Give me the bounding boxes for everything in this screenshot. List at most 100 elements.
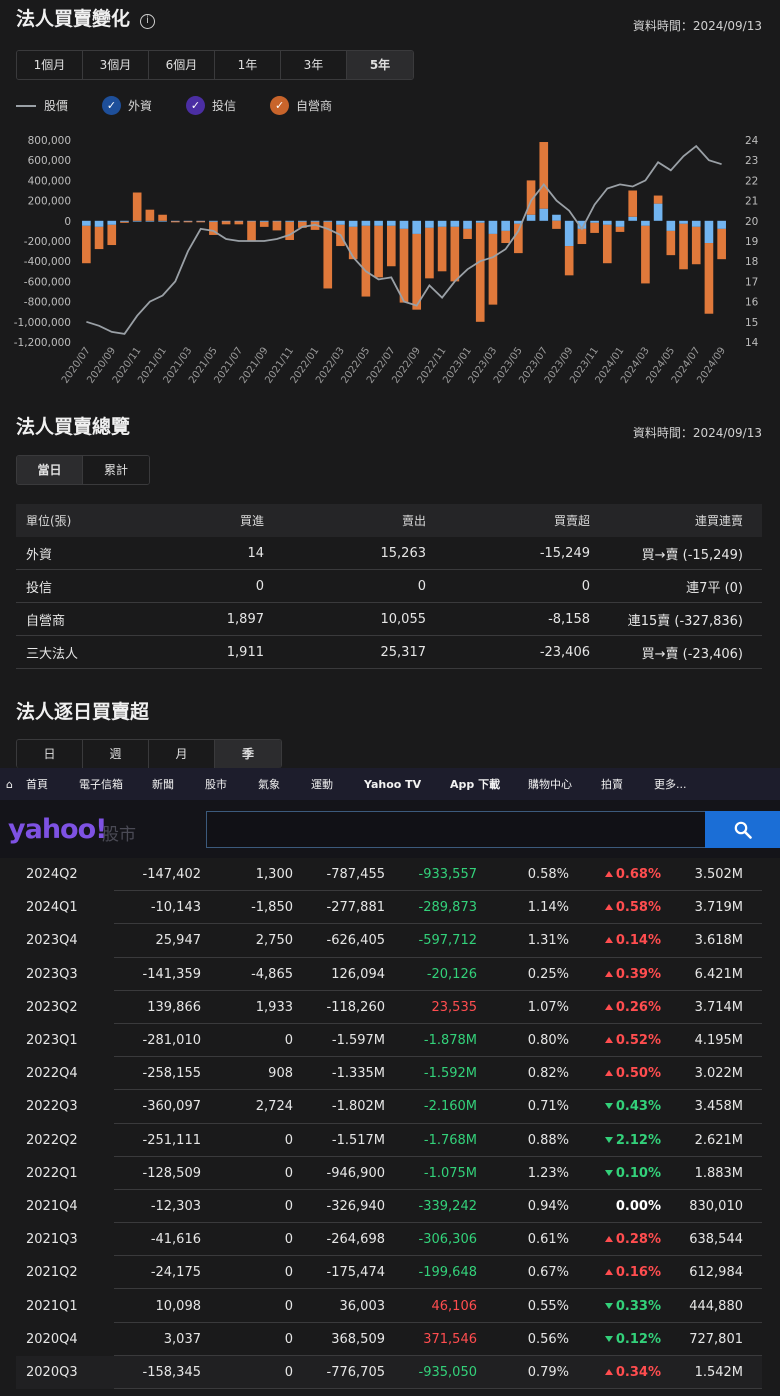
dealer-bar[interactable]	[475, 222, 485, 322]
foreign-bar[interactable]	[145, 220, 155, 222]
dealer-bar[interactable]	[691, 226, 701, 265]
dealer-bar[interactable]	[425, 227, 434, 279]
legend-price[interactable]: 股價	[16, 97, 68, 114]
tab-day[interactable]: 日	[17, 740, 83, 768]
dealer-bar[interactable]	[399, 228, 409, 303]
nav-stock[interactable]: 股市	[205, 776, 258, 792]
dealer-bar[interactable]	[717, 228, 726, 260]
dealer-bar[interactable]	[501, 230, 510, 244]
period-6m-button[interactable]: 6個月	[149, 51, 215, 79]
foreign-bar[interactable]	[285, 220, 294, 222]
dealer-bar[interactable]	[196, 221, 206, 223]
dealer-bar[interactable]	[488, 233, 498, 305]
dealer-bar[interactable]	[704, 243, 714, 314]
nav-more[interactable]: 更多...	[654, 776, 714, 792]
nav-sports[interactable]: 運動	[311, 776, 364, 792]
foreign-bar[interactable]	[323, 220, 333, 222]
foreign-bar[interactable]	[82, 220, 91, 226]
foreign-bar[interactable]	[399, 220, 409, 229]
dealer-bar[interactable]	[602, 224, 612, 264]
nav-shopping[interactable]: 購物中心	[528, 776, 601, 792]
foreign-bar[interactable]	[704, 220, 714, 244]
foreign-bar[interactable]	[666, 220, 676, 231]
foreign-bar[interactable]	[158, 220, 167, 222]
foreign-bar[interactable]	[628, 216, 638, 221]
info-icon[interactable]: i	[140, 14, 156, 29]
legend-foreign[interactable]: ✓ 外資	[102, 96, 152, 115]
dealer-bar[interactable]	[132, 192, 142, 221]
foreign-bar[interactable]	[590, 220, 599, 223]
legend-trust[interactable]: ✓ 投信	[186, 96, 236, 115]
yahoo-logo[interactable]: yahoo!	[8, 814, 107, 845]
foreign-bar[interactable]	[475, 220, 485, 223]
foreign-bar[interactable]	[564, 220, 574, 247]
foreign-bar[interactable]	[412, 220, 422, 234]
tab-quarter[interactable]: 季	[215, 740, 281, 768]
dealer-bar[interactable]	[679, 223, 688, 270]
foreign-bar[interactable]	[463, 220, 472, 229]
foreign-bar[interactable]	[298, 220, 307, 222]
dealer-bar[interactable]	[145, 209, 155, 221]
search-button[interactable]	[705, 811, 780, 848]
period-3y-button[interactable]: 3年	[281, 51, 347, 79]
nav-weather[interactable]: 氣象	[258, 776, 311, 792]
dealer-bar[interactable]	[590, 222, 599, 233]
dealer-bar[interactable]	[94, 226, 104, 250]
tab-cumulative[interactable]: 累計	[83, 456, 149, 484]
dealer-bar[interactable]	[120, 221, 129, 223]
dealer-bar[interactable]	[564, 246, 574, 276]
dealer-bar[interactable]	[107, 224, 117, 246]
dealer-bar[interactable]	[259, 221, 269, 227]
foreign-bar[interactable]	[336, 220, 345, 225]
dealer-bar[interactable]	[577, 228, 587, 245]
dealer-bar[interactable]	[514, 223, 523, 254]
foreign-bar[interactable]	[94, 220, 104, 227]
home-icon[interactable]: ⌂	[6, 778, 22, 791]
foreign-bar[interactable]	[653, 203, 663, 221]
nav-yahoo-tv[interactable]: Yahoo TV	[364, 778, 450, 791]
dealer-bar[interactable]	[628, 190, 638, 217]
foreign-bar[interactable]	[641, 220, 650, 226]
dealer-bar[interactable]	[666, 230, 676, 256]
dealer-bar[interactable]	[170, 221, 180, 223]
dealer-bar[interactable]	[615, 226, 625, 232]
dealer-bar[interactable]	[552, 220, 561, 229]
dealer-bar[interactable]	[412, 233, 422, 310]
dealer-bar[interactable]	[463, 228, 472, 239]
dealer-bar[interactable]	[374, 225, 383, 278]
foreign-bar[interactable]	[526, 214, 536, 221]
dealer-bar[interactable]	[437, 226, 447, 272]
foreign-bar[interactable]	[425, 220, 434, 228]
dealer-bar[interactable]	[221, 221, 231, 225]
foreign-bar[interactable]	[209, 220, 218, 222]
period-3m-button[interactable]: 3個月	[83, 51, 149, 79]
foreign-bar[interactable]	[679, 220, 688, 224]
tab-daily[interactable]: 當日	[17, 456, 83, 484]
nav-auction[interactable]: 拍賣	[601, 776, 654, 792]
foreign-bar[interactable]	[450, 220, 460, 227]
legend-dealer[interactable]: ✓ 自營商	[270, 96, 332, 115]
foreign-bar[interactable]	[348, 220, 358, 227]
foreign-bar[interactable]	[501, 220, 510, 231]
dealer-bar[interactable]	[361, 225, 371, 297]
dealer-bar[interactable]	[641, 225, 650, 284]
foreign-bar[interactable]	[107, 220, 117, 225]
foreign-bar[interactable]	[552, 214, 561, 221]
foreign-bar[interactable]	[488, 220, 498, 234]
foreign-bar[interactable]	[386, 220, 396, 226]
foreign-bar[interactable]	[310, 220, 320, 222]
dealer-bar[interactable]	[247, 221, 256, 242]
search-input[interactable]	[206, 811, 706, 848]
dealer-bar[interactable]	[450, 226, 460, 282]
foreign-bar[interactable]	[374, 220, 383, 226]
foreign-bar[interactable]	[717, 220, 726, 229]
nav-home[interactable]: 首頁	[26, 776, 79, 792]
nav-app-download[interactable]: App 下載	[450, 776, 528, 792]
dealer-bar[interactable]	[183, 221, 193, 223]
foreign-bar[interactable]	[437, 220, 447, 227]
foreign-bar[interactable]	[120, 220, 129, 222]
period-1m-button[interactable]: 1個月	[17, 51, 83, 79]
period-5y-button[interactable]: 5年	[347, 51, 413, 79]
dealer-bar[interactable]	[272, 221, 282, 231]
foreign-bar[interactable]	[361, 220, 371, 226]
